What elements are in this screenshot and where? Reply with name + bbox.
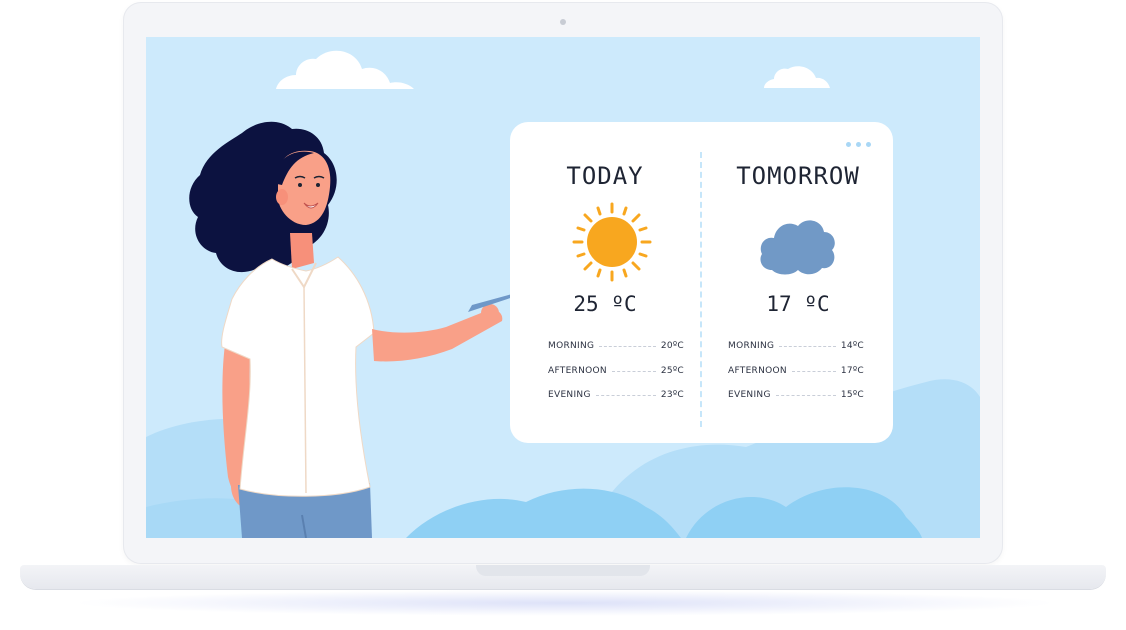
cloud-left (276, 50, 414, 89)
dotted-leader (779, 345, 836, 348)
list-item: EVENING 23ºC (548, 383, 684, 408)
period-temperature: 25ºC (660, 365, 684, 376)
tomorrow-title: TOMORROW (736, 162, 860, 190)
list-item: AFTERNOON 25ºC (548, 359, 684, 384)
period-label: MORNING (548, 341, 595, 352)
period-temperature: 14ºC (840, 341, 864, 352)
dotted-leader (791, 370, 836, 372)
illustration: TODAY 25 ºC MORNING 20ºC AFTERNOON 25ºC … (0, 0, 1126, 630)
list-item: MORNING 20ºC (548, 334, 684, 359)
period-label: EVENING (728, 390, 771, 401)
today-temperature: 25 ºC (573, 292, 637, 316)
sky-clouds (276, 50, 830, 89)
dotted-leader (595, 394, 656, 397)
period-label: AFTERNOON (548, 365, 607, 376)
laptop-notch (476, 565, 650, 576)
laptop-shadow (70, 590, 1060, 616)
list-item: AFTERNOON 17ºC (728, 359, 864, 384)
tomorrow-temperature: 17 ºC (766, 292, 830, 316)
tomorrow-column: TOMORROW 17 ºC MORNING 14ºC AFTERNOON 17… (703, 122, 893, 443)
laptop-screen: TODAY 25 ºC MORNING 20ºC AFTERNOON 25ºC … (146, 37, 980, 538)
today-title: TODAY (566, 162, 644, 190)
period-label: AFTERNOON (728, 365, 787, 376)
camera-icon (560, 19, 566, 25)
list-item: MORNING 14ºC (728, 334, 864, 359)
dotted-leader (599, 345, 656, 348)
dotted-leader (611, 370, 656, 372)
today-column: TODAY 25 ºC MORNING 20ºC AFTERNOON 25ºC … (510, 122, 700, 443)
cloud-icon (760, 220, 835, 275)
weather-card: TODAY 25 ºC MORNING 20ºC AFTERNOON 25ºC … (510, 122, 893, 443)
column-divider (700, 152, 702, 427)
cloud-right (764, 66, 830, 88)
period-label: MORNING (728, 341, 775, 352)
period-label: EVENING (548, 390, 591, 401)
dotted-leader (775, 394, 836, 397)
period-temperature: 23ºC (660, 390, 684, 401)
sun-icon (572, 202, 652, 282)
tomorrow-forecast-list: MORNING 14ºC AFTERNOON 17ºC EVENING 15ºC (728, 334, 864, 408)
period-temperature: 15ºC (840, 390, 864, 401)
period-temperature: 17ºC (840, 365, 864, 376)
period-temperature: 20ºC (660, 341, 684, 352)
list-item: EVENING 15ºC (728, 383, 864, 408)
today-forecast-list: MORNING 20ºC AFTERNOON 25ºC EVENING 23ºC (548, 334, 684, 408)
